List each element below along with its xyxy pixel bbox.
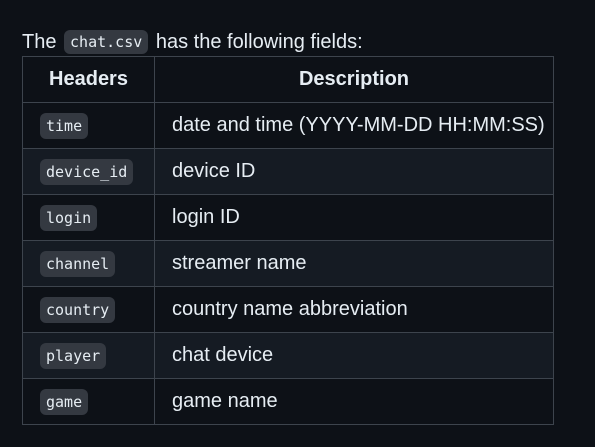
- field-cell: country: [22, 286, 155, 333]
- field-cell: player: [22, 332, 155, 379]
- table-row: channel streamer name: [22, 240, 554, 287]
- filename-code: chat.csv: [64, 30, 149, 54]
- field-code: player: [40, 342, 107, 369]
- intro-suffix: has the following fields:: [155, 31, 363, 53]
- description-cell: login ID: [154, 194, 554, 241]
- header-headers: Headers: [22, 56, 155, 103]
- field-cell: time: [22, 102, 155, 149]
- table-row: game game name: [22, 378, 554, 425]
- description-cell: streamer name: [154, 240, 554, 287]
- table-row: country country name abbreviation: [22, 286, 554, 333]
- fields-table: Headers Description time date and time (…: [22, 56, 554, 425]
- field-cell: channel: [22, 240, 155, 287]
- description-cell: device ID: [154, 148, 554, 195]
- intro-sentence: The chat.csv has the following fields:: [22, 28, 363, 57]
- field-code: country: [40, 296, 116, 323]
- table-header-row: Headers Description: [22, 56, 554, 103]
- field-code: game: [40, 388, 89, 415]
- field-code: channel: [40, 250, 116, 277]
- description-cell: chat device: [154, 332, 554, 379]
- field-code: device_id: [40, 158, 134, 185]
- description-cell: game name: [154, 378, 554, 425]
- field-code: time: [40, 112, 89, 139]
- field-code: login: [40, 204, 98, 231]
- description-cell: country name abbreviation: [154, 286, 554, 333]
- field-cell: game: [22, 378, 155, 425]
- table-row: device_id device ID: [22, 148, 554, 195]
- field-cell: login: [22, 194, 155, 241]
- table-row: login login ID: [22, 194, 554, 241]
- field-cell: device_id: [22, 148, 155, 195]
- table-row: time date and time (YYYY-MM-DD HH:MM:SS): [22, 102, 554, 149]
- intro-prefix: The: [22, 31, 57, 53]
- table-row: player chat device: [22, 332, 554, 379]
- header-description: Description: [154, 56, 554, 103]
- description-cell: date and time (YYYY-MM-DD HH:MM:SS): [154, 102, 554, 149]
